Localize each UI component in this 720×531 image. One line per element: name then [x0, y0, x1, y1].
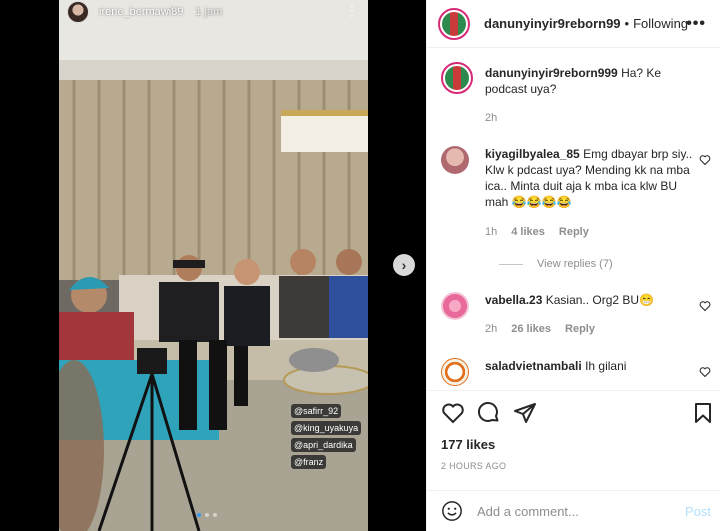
comment-time: 2h	[485, 323, 498, 335]
separator-dot: •	[624, 16, 630, 31]
story-username[interactable]: irene_bermawi89	[99, 6, 183, 18]
post-header: danunyinyir9reborn99 • Following •••	[427, 0, 720, 48]
avatar[interactable]	[441, 62, 473, 94]
comment-likes[interactable]: 4 likes	[511, 226, 545, 238]
story-image: irene_bermawi89 1 jam · · · @safirr_92 @ki…	[59, 0, 368, 531]
carousel-dot	[213, 513, 217, 517]
post-panel: danunyinyir9reborn99 • Following ••• dan…	[426, 0, 720, 531]
heart-icon[interactable]	[699, 300, 711, 312]
story-tag[interactable]: @franz	[291, 455, 327, 469]
post-timestamp: 2 HOURS AGO	[441, 461, 507, 471]
heart-icon[interactable]	[699, 366, 711, 378]
comment-meta: 2h 26 likes Reply	[485, 323, 595, 335]
following-button[interactable]: Following	[633, 16, 688, 31]
post-button[interactable]: Post	[685, 504, 711, 519]
comment-text: Ih gilani	[585, 359, 627, 373]
heart-icon[interactable]	[699, 154, 711, 166]
comment-meta: 2h	[485, 112, 497, 124]
story-tag[interactable]: @king_uyakuya	[291, 421, 362, 435]
emoji-icon[interactable]	[441, 500, 463, 522]
heart-icon[interactable]	[441, 401, 465, 425]
carousel-dot-active	[197, 513, 201, 517]
comment-time: 1h	[485, 226, 498, 238]
story-time: 1 jam	[195, 6, 223, 18]
reply-button[interactable]: Reply	[559, 226, 589, 238]
avatar[interactable]	[441, 292, 469, 320]
view-replies-label: View replies (7)	[537, 258, 613, 270]
story-tags: @safirr_92 @king_uyakuya @apri_dardika @…	[291, 404, 362, 469]
comment-username[interactable]: vabella.23	[485, 293, 542, 307]
add-comment-bar: Post	[427, 490, 720, 531]
chevron-right-icon[interactable]: ›	[393, 254, 415, 276]
comment-likes[interactable]: 26 likes	[511, 323, 551, 335]
bookmark-icon[interactable]	[691, 401, 715, 425]
reply-button[interactable]: Reply	[565, 323, 595, 335]
carousel-indicator	[197, 513, 217, 517]
post-actions	[427, 390, 720, 430]
story-tag[interactable]: @apri_dardika	[291, 438, 356, 452]
comment-text: Kasian.. Org2 BU😁	[545, 293, 655, 307]
more-options-icon[interactable]: •••	[686, 15, 706, 33]
comment-username[interactable]: saladvietnambali	[485, 359, 582, 373]
avatar[interactable]	[441, 358, 469, 386]
avatar[interactable]	[438, 7, 470, 40]
story-header: irene_bermawi89 1 jam · · ·	[59, 0, 368, 24]
carousel-dot	[205, 513, 209, 517]
comments-list: danunyinyir9reborn999 Ha? Ke podcast uya…	[427, 48, 720, 390]
comment-input[interactable]	[477, 503, 667, 519]
story-menu-icon[interactable]: · · ·	[348, 0, 356, 22]
avatar[interactable]	[441, 146, 469, 174]
comment-icon[interactable]	[477, 401, 501, 425]
comment-username[interactable]: danunyinyir9reborn999	[485, 66, 618, 80]
likes-count[interactable]: 177 likes	[441, 437, 495, 452]
paper-plane-icon[interactable]	[513, 401, 537, 425]
comment-time: 2h	[485, 112, 498, 124]
comment-meta: 1h 4 likes Reply	[485, 226, 589, 238]
story-tag[interactable]: @safirr_92	[291, 404, 342, 418]
comment-username[interactable]: kiyagilbyalea_85	[485, 147, 580, 161]
view-replies-button[interactable]: View replies (7)	[499, 258, 613, 270]
post-username[interactable]: danunyinyir9reborn99	[484, 16, 621, 31]
story-avatar[interactable]	[67, 1, 89, 23]
